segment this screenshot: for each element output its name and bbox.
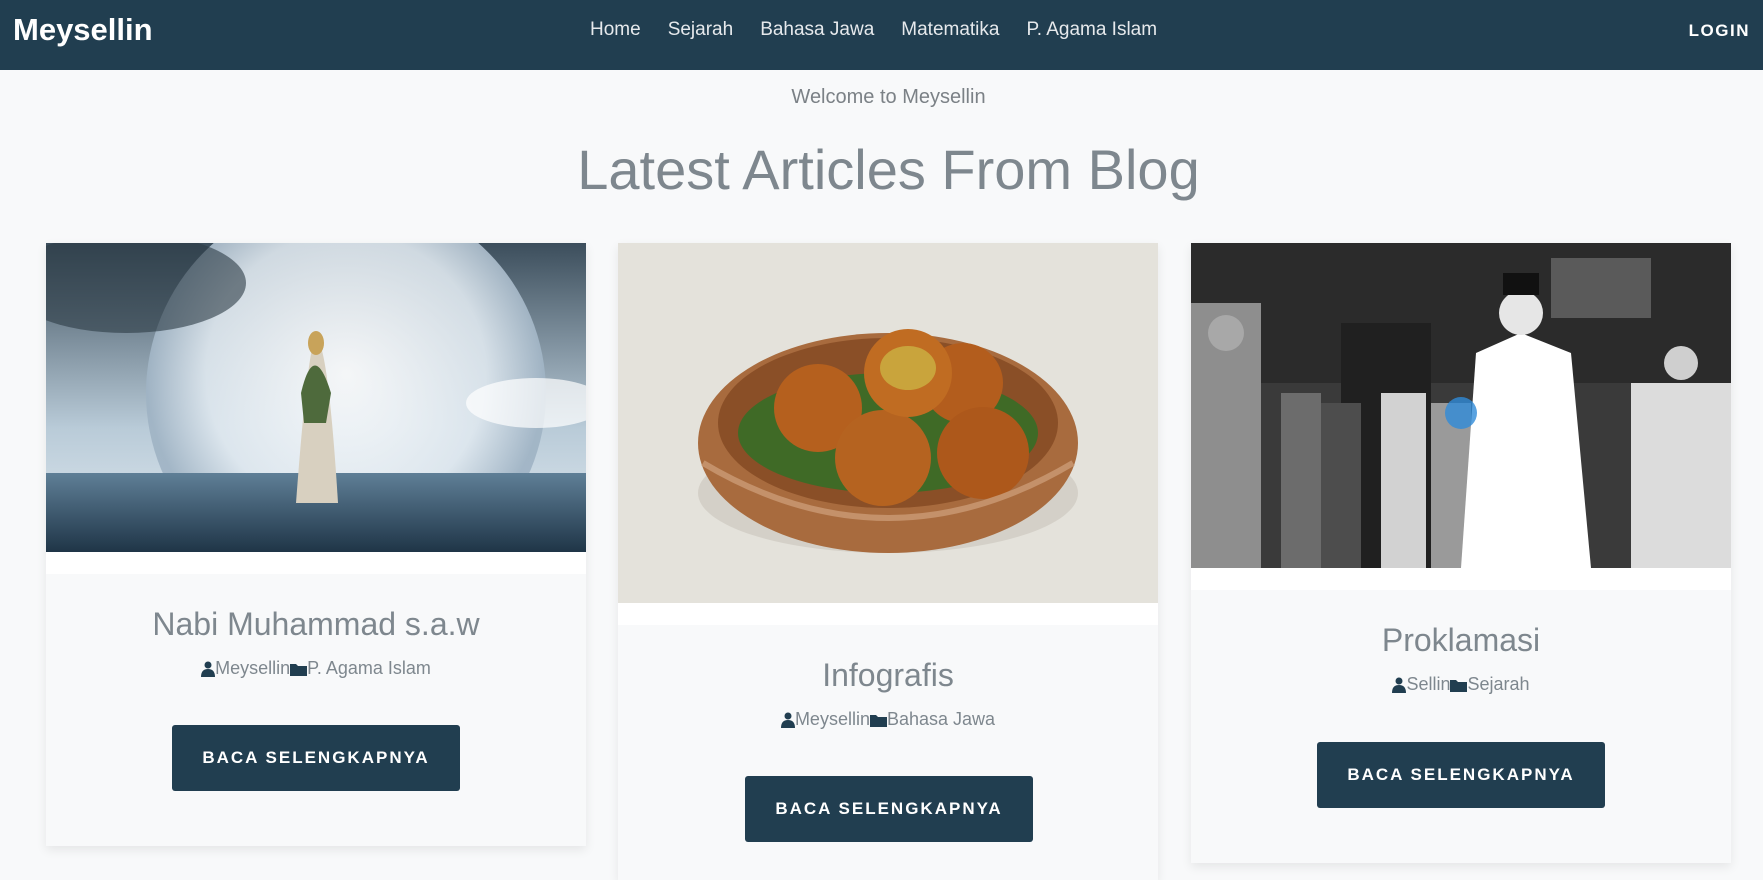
article-author[interactable]: Meysellin [215, 658, 290, 679]
article-image-proclamation[interactable] [1191, 243, 1731, 568]
article-card: Nabi Muhammad s.a.w Meysellin P. Agama I… [46, 243, 586, 846]
card-image-footer [1191, 568, 1731, 590]
nav-link-agama-islam[interactable]: P. Agama Islam [1026, 19, 1157, 43]
nav-link-bahasa-jawa[interactable]: Bahasa Jawa [760, 19, 874, 43]
article-title: Nabi Muhammad s.a.w [152, 606, 480, 642]
article-title: Proklamasi [1381, 622, 1541, 658]
page-headline: Latest Articles From Blog [577, 138, 1200, 201]
article-meta: Meysellin Bahasa Jawa [618, 709, 1158, 730]
article-category[interactable]: Sejarah [1467, 674, 1529, 695]
nav-link-home[interactable]: Home [590, 19, 641, 43]
navbar: Meysellin Home Sejarah Bahasa Jawa Matem… [0, 0, 1763, 70]
user-icon [780, 712, 795, 728]
card-image-footer [46, 552, 586, 574]
article-title: Infografis [822, 657, 954, 693]
nav-links: Home Sejarah Bahasa Jawa Matematika P. A… [590, 19, 1157, 43]
nav-link-matematika[interactable]: Matematika [901, 19, 999, 43]
article-author[interactable]: Sellin [1406, 674, 1450, 695]
user-icon [1392, 677, 1407, 693]
article-meta: Sellin Sejarah [1191, 674, 1731, 695]
user-icon [201, 661, 216, 677]
folder-icon [869, 712, 887, 728]
article-meta: Meysellin P. Agama Islam [46, 658, 586, 679]
card-image-footer [618, 603, 1158, 625]
article-category[interactable]: Bahasa Jawa [887, 709, 995, 730]
read-more-button[interactable]: BACA SELENGKAPNYA [745, 776, 1033, 842]
article-image-snacks[interactable] [618, 243, 1158, 603]
article-author[interactable]: Meysellin [795, 709, 870, 730]
article-image-moon[interactable] [46, 243, 586, 552]
login-link[interactable]: LOGIN [1689, 21, 1750, 41]
folder-icon [290, 661, 308, 677]
read-more-button[interactable]: BACA SELENGKAPNYA [1317, 742, 1605, 808]
read-more-button[interactable]: BACA SELENGKAPNYA [172, 725, 460, 791]
article-category[interactable]: P. Agama Islam [307, 658, 431, 679]
welcome-text: Welcome to Meysellin [791, 86, 986, 108]
article-card: Proklamasi Sellin Sejarah BACA SELENGKAP… [1191, 243, 1731, 863]
nav-link-sejarah[interactable]: Sejarah [668, 19, 734, 43]
brand-logo[interactable]: Meysellin [13, 12, 153, 48]
folder-icon [1450, 677, 1468, 693]
article-card: Infografis Meysellin Bahasa Jawa BACA SE… [618, 243, 1158, 880]
